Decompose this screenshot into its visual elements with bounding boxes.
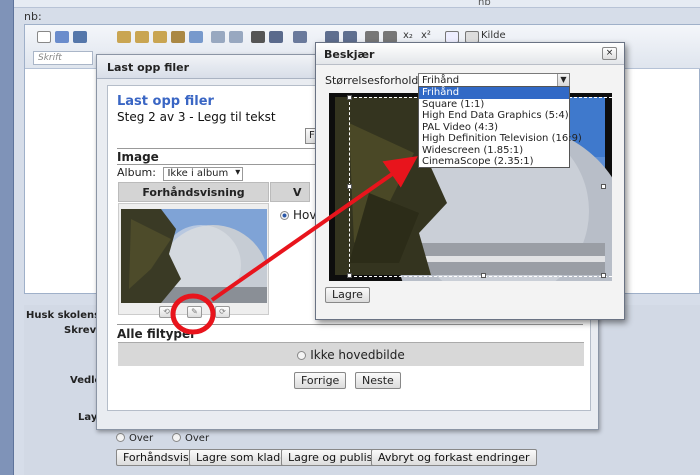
nb-top-label: nb bbox=[478, 0, 491, 8]
ratio-option[interactable]: PAL Video (4:3) bbox=[419, 122, 569, 134]
eraser-icon[interactable] bbox=[189, 31, 203, 43]
new-document-icon[interactable] bbox=[37, 31, 51, 43]
ratio-option[interactable]: CinemaScope (2.35:1) bbox=[419, 156, 569, 168]
all-filetypes-title: Alle filtyper bbox=[117, 327, 197, 341]
crop-handle[interactable] bbox=[347, 184, 352, 189]
next-button[interactable]: Neste bbox=[355, 372, 401, 389]
ratio-dropdown-list: Frihånd Square (1:1) High End Data Graph… bbox=[418, 86, 582, 168]
crop-handle[interactable] bbox=[347, 95, 352, 100]
paste-icon[interactable] bbox=[117, 31, 131, 43]
crop-dialog: Beskjær × Størrelsesforhold: Frihånd ▼ L… bbox=[315, 42, 625, 320]
album-label: Album: bbox=[117, 166, 156, 179]
rotate-left-icon[interactable]: ⟲ bbox=[159, 306, 174, 318]
album-select[interactable]: Ikke i album bbox=[163, 167, 244, 181]
column-header-preview: Forhåndsvisning bbox=[118, 182, 269, 202]
ratio-option[interactable]: High Definition Television (16:9) bbox=[419, 133, 582, 145]
upload-step-subtitle: Steg 2 av 3 - Legg til tekst bbox=[117, 110, 276, 124]
subscript-button[interactable]: x₂ bbox=[403, 30, 413, 41]
rotate-right-icon[interactable]: ⟳ bbox=[215, 306, 230, 318]
radio-icon bbox=[116, 433, 125, 442]
left-sidebar-strip bbox=[0, 0, 14, 475]
ratio-option[interactable]: High End Data Graphics (5:4) bbox=[419, 110, 569, 122]
album-row: Album: Ikke i album bbox=[117, 166, 244, 181]
radio-checked-icon bbox=[280, 211, 289, 220]
not-main-image-label: Ikke hovedbilde bbox=[310, 348, 405, 362]
column-header-right: V bbox=[270, 182, 310, 202]
paste-html-icon[interactable] bbox=[171, 31, 185, 43]
close-icon[interactable]: × bbox=[602, 47, 617, 60]
paste-word-icon[interactable] bbox=[153, 31, 167, 43]
radio-over-1[interactable]: Over bbox=[116, 433, 153, 444]
epcot-sphere-photo-small bbox=[121, 209, 267, 303]
crop-handle[interactable] bbox=[601, 184, 606, 189]
font-family-select[interactable]: Skrift bbox=[33, 51, 93, 65]
nb-field-label: nb: bbox=[24, 10, 42, 23]
crop-icon[interactable]: ✎ bbox=[187, 306, 202, 318]
crop-dialog-title[interactable]: Beskjær bbox=[316, 43, 624, 65]
redo-icon[interactable] bbox=[229, 31, 243, 43]
ratio-option[interactable]: Square (1:1) bbox=[419, 99, 569, 111]
save-draft-button[interactable]: Lagre som kladd bbox=[189, 449, 295, 466]
find-icon[interactable] bbox=[251, 31, 265, 43]
radio-icon bbox=[297, 351, 307, 360]
crop-handle[interactable] bbox=[347, 273, 352, 278]
ratio-label: Størrelsesforhold: bbox=[325, 74, 423, 87]
insert-table-icon[interactable] bbox=[55, 31, 69, 43]
preview-button[interactable]: Forhåndsvis bbox=[116, 449, 196, 466]
upload-heading: Last opp filer bbox=[117, 94, 214, 109]
ratio-option[interactable]: Frihånd bbox=[419, 87, 569, 99]
undo-icon[interactable] bbox=[211, 31, 225, 43]
crop-handle[interactable] bbox=[601, 273, 606, 278]
crop-save-button[interactable]: Lagre bbox=[325, 287, 370, 303]
image-section-title: Image bbox=[117, 150, 159, 164]
paste-text-icon[interactable] bbox=[135, 31, 149, 43]
replace-icon[interactable] bbox=[269, 31, 283, 43]
ratio-option[interactable]: Widescreen (1.85:1) bbox=[419, 145, 569, 157]
cancel-changes-button[interactable]: Avbryt og forkast endringer bbox=[371, 449, 537, 466]
not-main-image-row[interactable]: Ikke hovedbilde bbox=[118, 342, 584, 366]
source-button[interactable]: Kilde bbox=[481, 30, 506, 41]
superscript-button[interactable]: x² bbox=[421, 30, 431, 41]
print-icon[interactable] bbox=[73, 31, 87, 43]
spellcheck-icon[interactable] bbox=[293, 31, 307, 43]
image-thumbnail bbox=[121, 209, 267, 303]
divider bbox=[117, 324, 583, 325]
radio-over-2[interactable]: Over bbox=[172, 433, 209, 444]
crop-handle[interactable] bbox=[481, 273, 486, 278]
top-bar bbox=[14, 0, 700, 8]
previous-button[interactable]: Forrige bbox=[294, 372, 347, 389]
radio-icon bbox=[172, 433, 181, 442]
